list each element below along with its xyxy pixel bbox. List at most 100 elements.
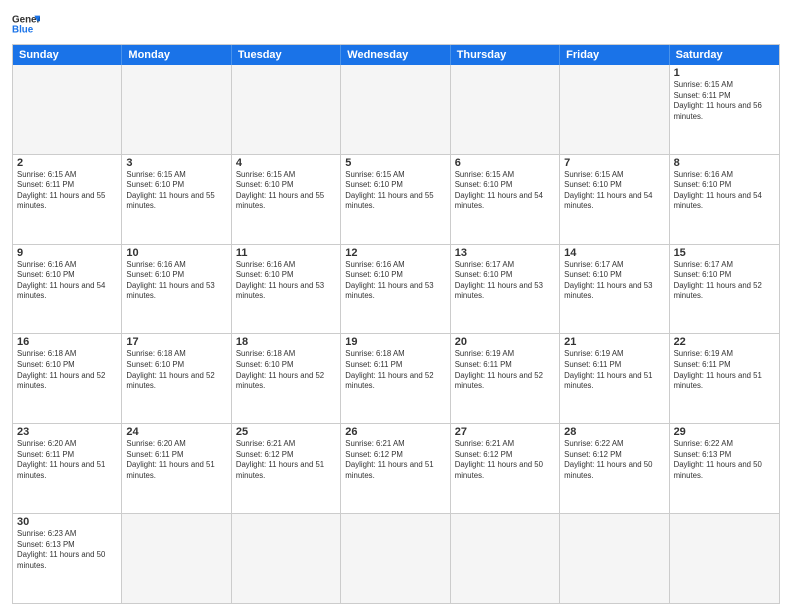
calendar-cell-3-3: 19Sunrise: 6:18 AM Sunset: 6:11 PM Dayli… <box>341 334 450 423</box>
calendar-row-0: 1Sunrise: 6:15 AM Sunset: 6:11 PM Daylig… <box>13 65 779 154</box>
cell-info: Sunrise: 6:18 AM Sunset: 6:10 PM Dayligh… <box>17 349 117 391</box>
logo-icon: General Blue <box>12 10 40 38</box>
calendar-cell-1-4: 6Sunrise: 6:15 AM Sunset: 6:10 PM Daylig… <box>451 155 560 244</box>
day-number: 26 <box>345 426 445 438</box>
cell-info: Sunrise: 6:18 AM Sunset: 6:11 PM Dayligh… <box>345 349 445 391</box>
calendar-cell-0-5 <box>560 65 669 154</box>
calendar-cell-5-2 <box>232 514 341 603</box>
day-number: 27 <box>455 426 555 438</box>
cell-info: Sunrise: 6:19 AM Sunset: 6:11 PM Dayligh… <box>455 349 555 391</box>
cell-info: Sunrise: 6:16 AM Sunset: 6:10 PM Dayligh… <box>236 260 336 302</box>
calendar-cell-2-0: 9Sunrise: 6:16 AM Sunset: 6:10 PM Daylig… <box>13 245 122 334</box>
day-number: 15 <box>674 247 775 259</box>
calendar-row-3: 16Sunrise: 6:18 AM Sunset: 6:10 PM Dayli… <box>13 333 779 423</box>
svg-text:Blue: Blue <box>12 24 34 35</box>
calendar-cell-4-4: 27Sunrise: 6:21 AM Sunset: 6:12 PM Dayli… <box>451 424 560 513</box>
day-number: 6 <box>455 157 555 169</box>
day-number: 20 <box>455 336 555 348</box>
day-number: 19 <box>345 336 445 348</box>
calendar-cell-4-5: 28Sunrise: 6:22 AM Sunset: 6:12 PM Dayli… <box>560 424 669 513</box>
calendar-cell-5-6 <box>670 514 779 603</box>
calendar-cell-5-5 <box>560 514 669 603</box>
calendar-cell-1-5: 7Sunrise: 6:15 AM Sunset: 6:10 PM Daylig… <box>560 155 669 244</box>
calendar-cell-3-0: 16Sunrise: 6:18 AM Sunset: 6:10 PM Dayli… <box>13 334 122 423</box>
cell-info: Sunrise: 6:19 AM Sunset: 6:11 PM Dayligh… <box>674 349 775 391</box>
day-number: 25 <box>236 426 336 438</box>
weekday-header-wednesday: Wednesday <box>341 45 450 65</box>
calendar-cell-4-3: 26Sunrise: 6:21 AM Sunset: 6:12 PM Dayli… <box>341 424 450 513</box>
cell-info: Sunrise: 6:15 AM Sunset: 6:10 PM Dayligh… <box>236 170 336 212</box>
cell-info: Sunrise: 6:20 AM Sunset: 6:11 PM Dayligh… <box>126 439 226 481</box>
day-number: 28 <box>564 426 664 438</box>
cell-info: Sunrise: 6:16 AM Sunset: 6:10 PM Dayligh… <box>17 260 117 302</box>
cell-info: Sunrise: 6:21 AM Sunset: 6:12 PM Dayligh… <box>455 439 555 481</box>
day-number: 24 <box>126 426 226 438</box>
calendar-cell-4-2: 25Sunrise: 6:21 AM Sunset: 6:12 PM Dayli… <box>232 424 341 513</box>
weekday-header-thursday: Thursday <box>451 45 560 65</box>
calendar-cell-1-6: 8Sunrise: 6:16 AM Sunset: 6:10 PM Daylig… <box>670 155 779 244</box>
cell-info: Sunrise: 6:16 AM Sunset: 6:10 PM Dayligh… <box>674 170 775 212</box>
calendar-cell-1-1: 3Sunrise: 6:15 AM Sunset: 6:10 PM Daylig… <box>122 155 231 244</box>
cell-info: Sunrise: 6:16 AM Sunset: 6:10 PM Dayligh… <box>126 260 226 302</box>
calendar: SundayMondayTuesdayWednesdayThursdayFrid… <box>12 44 780 604</box>
calendar-cell-2-6: 15Sunrise: 6:17 AM Sunset: 6:10 PM Dayli… <box>670 245 779 334</box>
day-number: 16 <box>17 336 117 348</box>
calendar-cell-5-4 <box>451 514 560 603</box>
calendar-cell-0-6: 1Sunrise: 6:15 AM Sunset: 6:11 PM Daylig… <box>670 65 779 154</box>
day-number: 29 <box>674 426 775 438</box>
calendar-cell-2-5: 14Sunrise: 6:17 AM Sunset: 6:10 PM Dayli… <box>560 245 669 334</box>
day-number: 2 <box>17 157 117 169</box>
cell-info: Sunrise: 6:15 AM Sunset: 6:10 PM Dayligh… <box>345 170 445 212</box>
calendar-cell-3-6: 22Sunrise: 6:19 AM Sunset: 6:11 PM Dayli… <box>670 334 779 423</box>
calendar-cell-0-1 <box>122 65 231 154</box>
calendar-cell-3-2: 18Sunrise: 6:18 AM Sunset: 6:10 PM Dayli… <box>232 334 341 423</box>
calendar-cell-5-1 <box>122 514 231 603</box>
day-number: 8 <box>674 157 775 169</box>
weekday-header-saturday: Saturday <box>670 45 779 65</box>
calendar-cell-5-0: 30Sunrise: 6:23 AM Sunset: 6:13 PM Dayli… <box>13 514 122 603</box>
day-number: 9 <box>17 247 117 259</box>
calendar-cell-4-0: 23Sunrise: 6:20 AM Sunset: 6:11 PM Dayli… <box>13 424 122 513</box>
calendar-cell-5-3 <box>341 514 450 603</box>
day-number: 12 <box>345 247 445 259</box>
calendar-cell-0-3 <box>341 65 450 154</box>
cell-info: Sunrise: 6:16 AM Sunset: 6:10 PM Dayligh… <box>345 260 445 302</box>
calendar-row-2: 9Sunrise: 6:16 AM Sunset: 6:10 PM Daylig… <box>13 244 779 334</box>
weekday-header-friday: Friday <box>560 45 669 65</box>
calendar-cell-0-4 <box>451 65 560 154</box>
day-number: 4 <box>236 157 336 169</box>
cell-info: Sunrise: 6:15 AM Sunset: 6:10 PM Dayligh… <box>564 170 664 212</box>
cell-info: Sunrise: 6:18 AM Sunset: 6:10 PM Dayligh… <box>236 349 336 391</box>
calendar-cell-3-5: 21Sunrise: 6:19 AM Sunset: 6:11 PM Dayli… <box>560 334 669 423</box>
day-number: 1 <box>674 67 775 79</box>
cell-info: Sunrise: 6:21 AM Sunset: 6:12 PM Dayligh… <box>345 439 445 481</box>
cell-info: Sunrise: 6:17 AM Sunset: 6:10 PM Dayligh… <box>674 260 775 302</box>
calendar-row-1: 2Sunrise: 6:15 AM Sunset: 6:11 PM Daylig… <box>13 154 779 244</box>
cell-info: Sunrise: 6:19 AM Sunset: 6:11 PM Dayligh… <box>564 349 664 391</box>
calendar-header: SundayMondayTuesdayWednesdayThursdayFrid… <box>13 45 779 65</box>
calendar-cell-0-2 <box>232 65 341 154</box>
calendar-cell-4-6: 29Sunrise: 6:22 AM Sunset: 6:13 PM Dayli… <box>670 424 779 513</box>
day-number: 14 <box>564 247 664 259</box>
day-number: 3 <box>126 157 226 169</box>
calendar-cell-4-1: 24Sunrise: 6:20 AM Sunset: 6:11 PM Dayli… <box>122 424 231 513</box>
cell-info: Sunrise: 6:22 AM Sunset: 6:13 PM Dayligh… <box>674 439 775 481</box>
weekday-header-sunday: Sunday <box>13 45 122 65</box>
calendar-cell-2-3: 12Sunrise: 6:16 AM Sunset: 6:10 PM Dayli… <box>341 245 450 334</box>
cell-info: Sunrise: 6:15 AM Sunset: 6:11 PM Dayligh… <box>674 80 775 122</box>
cell-info: Sunrise: 6:15 AM Sunset: 6:10 PM Dayligh… <box>126 170 226 212</box>
day-number: 17 <box>126 336 226 348</box>
page: General Blue SundayMondayTuesdayWednesda… <box>0 0 792 612</box>
cell-info: Sunrise: 6:15 AM Sunset: 6:10 PM Dayligh… <box>455 170 555 212</box>
day-number: 23 <box>17 426 117 438</box>
day-number: 5 <box>345 157 445 169</box>
cell-info: Sunrise: 6:21 AM Sunset: 6:12 PM Dayligh… <box>236 439 336 481</box>
calendar-cell-0-0 <box>13 65 122 154</box>
weekday-header-tuesday: Tuesday <box>232 45 341 65</box>
day-number: 21 <box>564 336 664 348</box>
header: General Blue <box>12 10 780 38</box>
day-number: 18 <box>236 336 336 348</box>
weekday-header-monday: Monday <box>122 45 231 65</box>
calendar-cell-3-1: 17Sunrise: 6:18 AM Sunset: 6:10 PM Dayli… <box>122 334 231 423</box>
calendar-row-5: 30Sunrise: 6:23 AM Sunset: 6:13 PM Dayli… <box>13 513 779 603</box>
